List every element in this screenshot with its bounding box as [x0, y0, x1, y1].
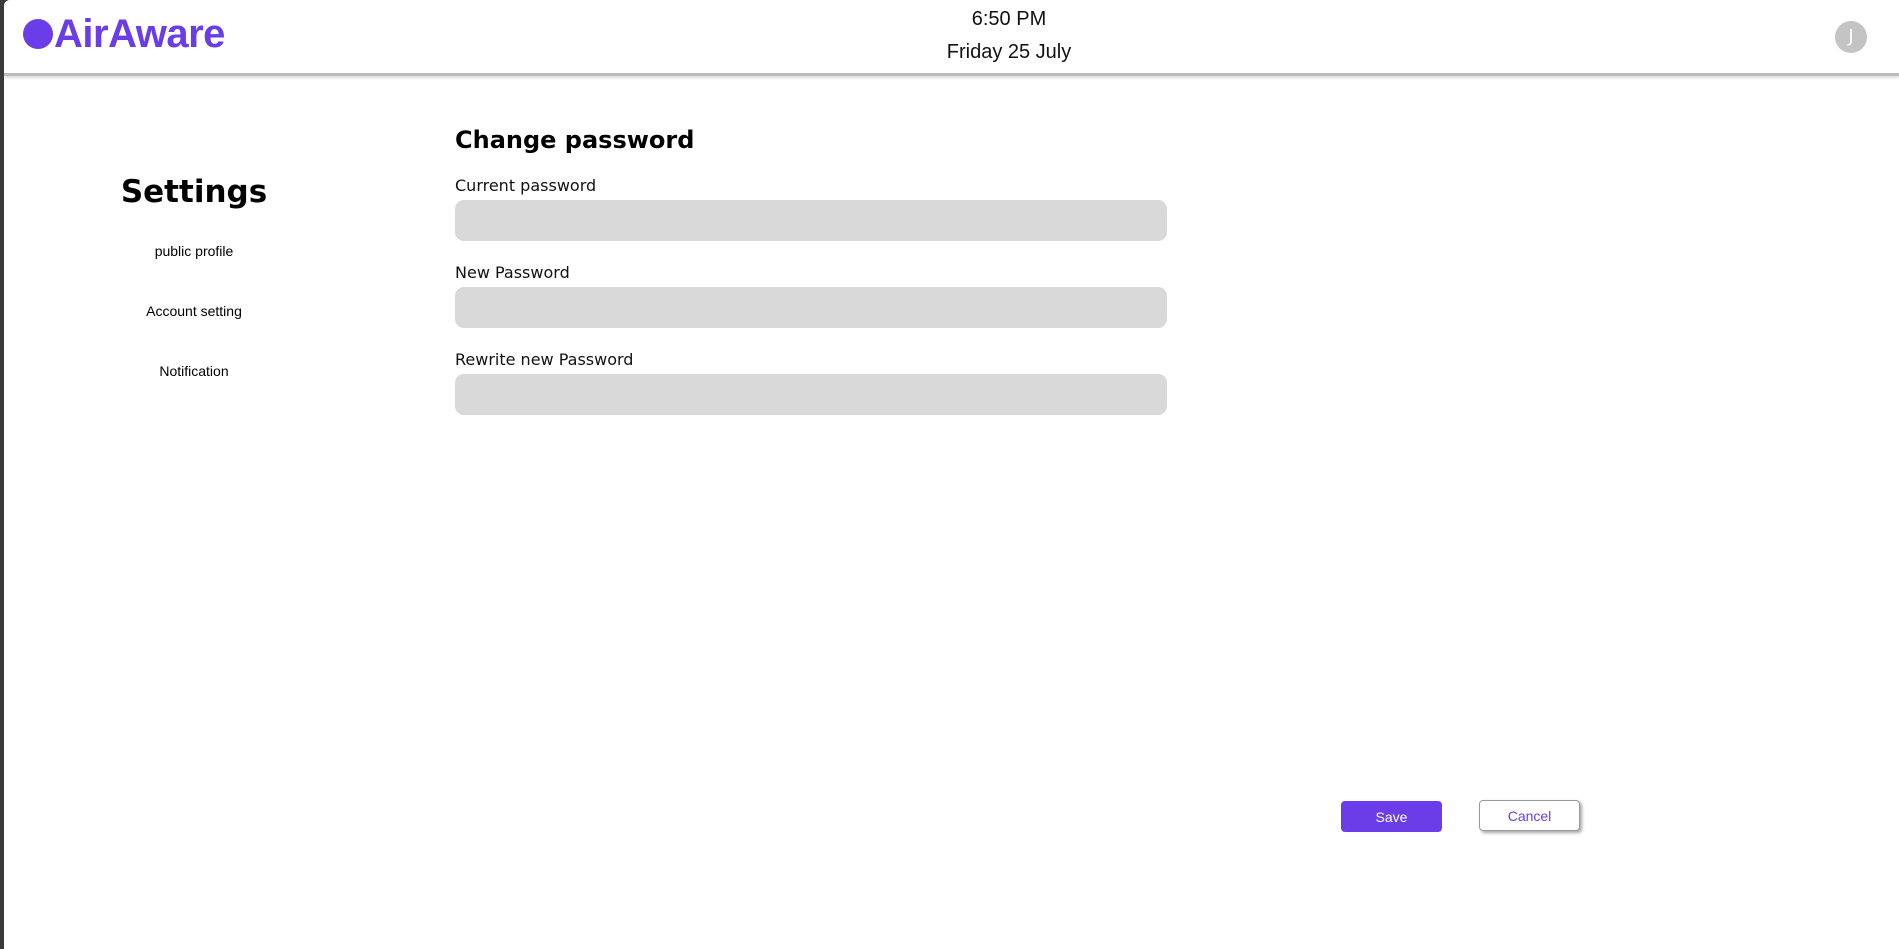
current-password-input[interactable] [455, 200, 1167, 241]
current-time: 6:50 PM [971, 8, 1047, 30]
change-password-form: Change password Current password New Pas… [455, 124, 1167, 437]
new-password-input[interactable] [455, 287, 1167, 328]
cancel-button[interactable]: Cancel [1479, 800, 1580, 831]
top-header: AirAware 6:50 PM Friday 25 July J [4, 0, 1899, 76]
app-window: AirAware 6:50 PM Friday 25 July J Settin… [4, 0, 1899, 949]
current-password-label: Current password [455, 176, 597, 195]
new-password-label: New Password [455, 263, 570, 282]
sidebar-item-public-profile[interactable]: public profile [79, 240, 309, 300]
save-button[interactable]: Save [1341, 801, 1442, 832]
form-title: Change password [455, 126, 695, 154]
confirm-password-label: Rewrite new Password [455, 350, 634, 369]
clock: 6:50 PM Friday 25 July [4, 6, 1899, 65]
confirm-password-input[interactable] [455, 374, 1167, 415]
sidebar-item-notification[interactable]: Notification [79, 360, 309, 420]
sidebar-item-account-setting[interactable]: Account setting [79, 300, 309, 360]
current-date: Friday 25 July [946, 41, 1072, 63]
settings-sidebar: Settings public profile Account setting … [79, 170, 309, 420]
user-avatar[interactable]: J [1835, 21, 1867, 53]
sidebar-title: Settings [120, 174, 268, 210]
